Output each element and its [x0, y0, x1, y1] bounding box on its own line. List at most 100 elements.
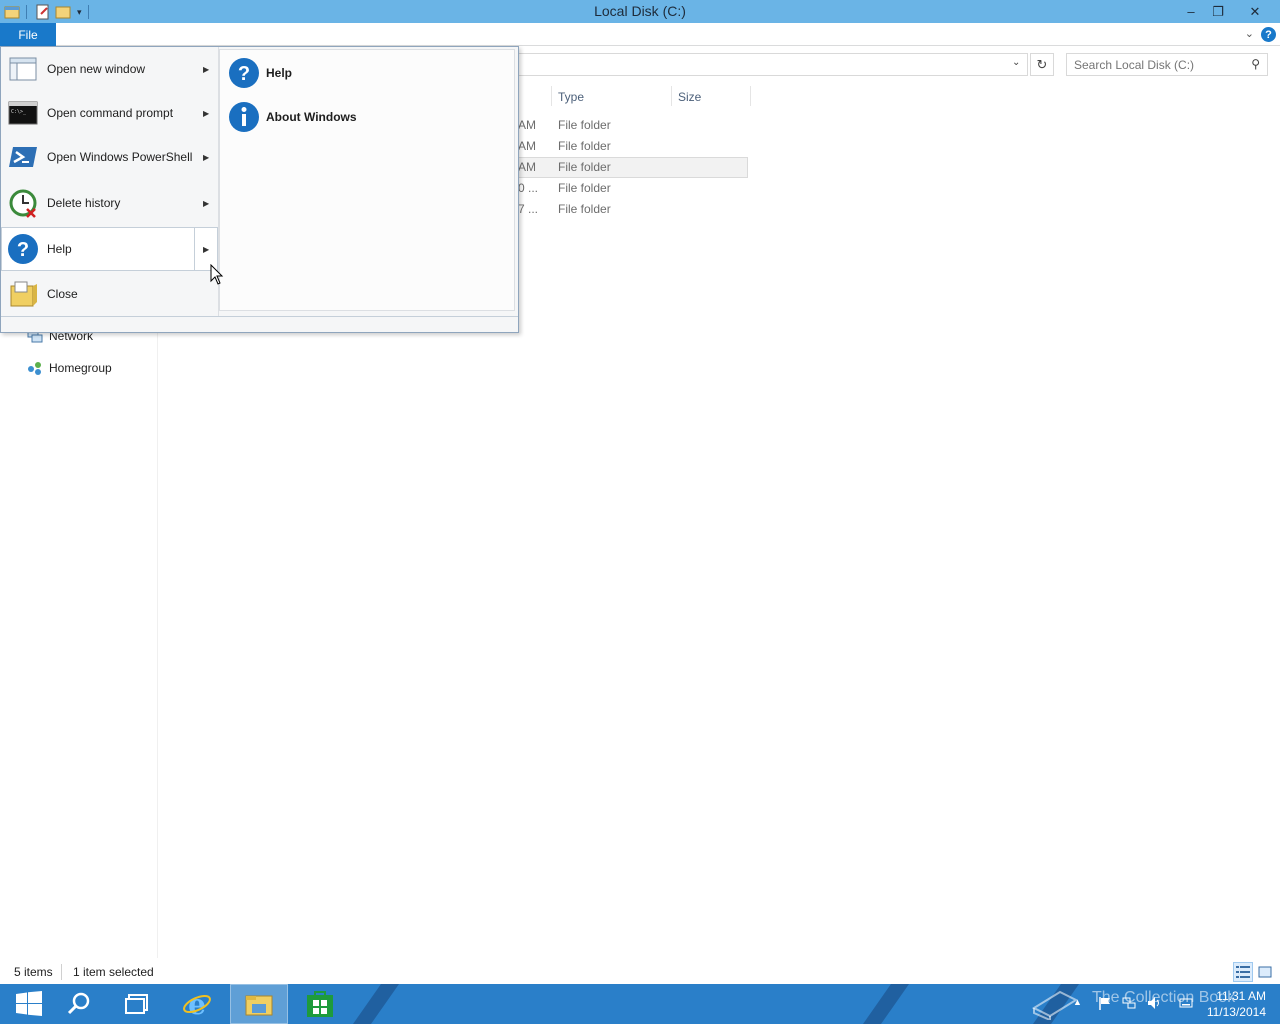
svg-text:?: ?: [238, 63, 250, 85]
submenu-item-label: About Windows: [266, 110, 357, 124]
file-type: File folder: [558, 202, 611, 216]
status-selection: 1 item selected: [73, 965, 154, 979]
file-menu: Open new window ▶ C:\>_ Open command pro…: [0, 46, 519, 333]
menu-item-delete-history[interactable]: Delete history ▶: [1, 181, 218, 225]
svg-text:C:\>_: C:\>_: [11, 109, 27, 115]
file-date: AM: [518, 139, 536, 153]
file-type: File folder: [558, 181, 611, 195]
show-hidden-icons-icon[interactable]: ▲: [1073, 997, 1087, 1011]
status-bar: 5 items 1 item selected: [0, 962, 1280, 983]
svg-text:?: ?: [17, 239, 29, 261]
submenu-arrow-icon: ▶: [203, 198, 210, 208]
taskbar-decoration: [848, 984, 910, 1024]
close-button[interactable]: ✕: [1232, 0, 1278, 23]
menu-item-label: Open new window: [47, 62, 146, 76]
homegroup-icon: [28, 362, 41, 375]
help-icon: ?: [229, 58, 259, 88]
store-icon: [307, 991, 333, 1017]
search-input[interactable]: [1067, 54, 1237, 75]
search-icon: [67, 992, 90, 1015]
large-icons-view-icon: [1258, 966, 1272, 978]
address-history-dropdown-icon[interactable]: ⌄: [1012, 57, 1020, 68]
nav-item-label: Homegroup: [49, 361, 112, 375]
file-tab[interactable]: File: [0, 23, 56, 46]
info-icon: [229, 102, 259, 132]
file-row[interactable]: AM File folder: [518, 136, 748, 157]
powershell-icon: [9, 147, 37, 167]
keyboard-icon[interactable]: [1179, 996, 1193, 1010]
submenu-item-about-windows[interactable]: About Windows: [220, 95, 514, 139]
menu-item-open-command-prompt[interactable]: C:\>_ Open command prompt ▶: [1, 91, 218, 135]
task-view-button[interactable]: [108, 984, 166, 1024]
submenu-item-help[interactable]: ? Help: [220, 51, 514, 95]
store-button[interactable]: [291, 984, 349, 1024]
clock-time: 11:31 AM: [1216, 989, 1266, 1003]
status-item-count: 5 items: [14, 965, 53, 979]
nav-item-homegroup[interactable]: Homegroup: [26, 358, 112, 378]
large-icons-view-button[interactable]: [1255, 962, 1275, 982]
submenu-arrow-icon: ▶: [203, 108, 210, 118]
action-center-flag-icon[interactable]: [1098, 996, 1112, 1010]
menu-item-label: Open Windows PowerShell: [47, 150, 193, 164]
menu-item-close[interactable]: Close: [1, 272, 218, 316]
menu-item-open-new-window[interactable]: Open new window ▶: [1, 47, 218, 91]
network-tray-icon[interactable]: [1122, 996, 1136, 1010]
menu-footer-divider: [1, 316, 518, 317]
file-type: File folder: [558, 160, 611, 174]
file-type: File folder: [558, 118, 611, 132]
history-icon: [9, 189, 37, 218]
search-icon[interactable]: ⚲: [1251, 57, 1260, 71]
internet-explorer-icon: e: [183, 989, 211, 1019]
help-submenu: ? Help About Windows: [219, 49, 515, 311]
ribbon-tab-bar: File ⌄ ?: [0, 23, 1280, 46]
system-clock[interactable]: 11:31 AM 11/13/2014: [1207, 988, 1266, 1020]
column-separator[interactable]: [750, 86, 751, 106]
menu-item-label: Close: [47, 287, 78, 301]
file-row[interactable]: 0 ... File folder: [518, 178, 748, 199]
window-title: Local Disk (C:): [594, 3, 686, 19]
address-bar[interactable]: [518, 53, 1028, 76]
submenu-arrow-icon[interactable]: ▶: [203, 245, 209, 254]
details-view-button[interactable]: [1233, 962, 1253, 982]
column-header-size[interactable]: Size: [672, 86, 750, 108]
taskbar: e The Collection Book ▲ 11:31 AM 11/13/2…: [0, 984, 1280, 1024]
volume-icon[interactable]: [1147, 996, 1161, 1010]
search-taskbar-button[interactable]: [50, 984, 108, 1024]
help-button-icon[interactable]: ?: [1261, 27, 1276, 42]
windows-logo-icon: [16, 991, 42, 1016]
minimize-button[interactable]: –: [1177, 0, 1205, 23]
restore-button[interactable]: ❐: [1204, 0, 1232, 23]
menu-item-open-powershell[interactable]: Open Windows PowerShell ▶: [1, 135, 218, 179]
submenu-arrow-icon: ▶: [203, 152, 210, 162]
close-folder-icon: [10, 281, 37, 307]
help-icon: ?: [8, 234, 38, 264]
details-view-icon: [1236, 966, 1250, 978]
refresh-icon: ↻: [1036, 56, 1048, 72]
refresh-button[interactable]: ↻: [1030, 53, 1054, 76]
task-view-icon: [125, 994, 148, 1014]
split-button-divider: [194, 228, 195, 270]
file-row[interactable]: 7 ... File folder: [518, 199, 748, 220]
file-explorer-button[interactable]: [230, 984, 288, 1024]
file-date: AM: [518, 160, 536, 174]
file-date: 0 ...: [518, 181, 539, 195]
status-separator: [61, 964, 62, 980]
clock-date: 11/13/2014: [1206, 1005, 1266, 1019]
menu-item-help[interactable]: ? Help ▶: [1, 227, 218, 271]
svg-text:e: e: [188, 989, 206, 1019]
navigation-pane: Network Homegroup: [0, 329, 158, 958]
file-row[interactable]: AM File folder: [518, 115, 748, 136]
file-row-selected[interactable]: AM File folder: [518, 157, 748, 178]
internet-explorer-button[interactable]: e: [168, 984, 226, 1024]
column-header-type[interactable]: Type: [552, 86, 672, 108]
file-date: 7 ...: [518, 202, 539, 216]
file-explorer-icon: [245, 995, 273, 1016]
file-type: File folder: [558, 139, 611, 153]
expand-ribbon-icon[interactable]: ⌄: [1245, 27, 1254, 40]
command-prompt-icon: C:\>_: [8, 101, 38, 125]
submenu-arrow-icon: ▶: [203, 64, 210, 74]
file-date: AM: [518, 118, 536, 132]
title-bar: ▾ Local Disk (C:) – ❐ ✕: [0, 0, 1280, 23]
menu-item-label: Help: [47, 242, 72, 256]
search-box[interactable]: ⚲: [1066, 53, 1268, 76]
